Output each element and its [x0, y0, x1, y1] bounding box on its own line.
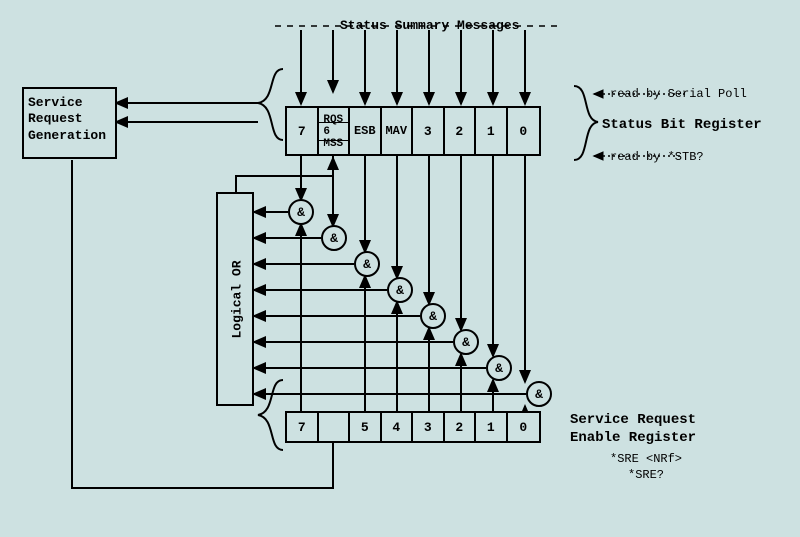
enable-register-label: Service Request Enable Register: [570, 412, 696, 447]
sbr-bit1: 1: [476, 108, 508, 154]
sre-bit1: 1: [476, 413, 508, 441]
sbr-bit5-esb: ESB: [350, 108, 382, 154]
sre-bit2: 2: [445, 413, 477, 441]
sre-bit5: 5: [350, 413, 382, 441]
logical-or-label: Logical OR: [230, 253, 245, 347]
diagram-stage: Status Summary Messages Service Request …: [0, 0, 800, 537]
sbr-bit7: 7: [287, 108, 319, 154]
title-status-summary: Status Summary Messages: [340, 18, 519, 33]
sbr-bit4-mav: MAV: [382, 108, 414, 154]
sre-bit7: 7: [287, 413, 319, 441]
status-bit-register-label: Status Bit Register: [602, 117, 762, 133]
logical-or-box: Logical OR: [216, 192, 254, 406]
and-gate-6: &: [321, 225, 347, 251]
enable-register: 7 5 4 3 2 1 0: [285, 411, 541, 443]
and-gate-1: &: [486, 355, 512, 381]
read-by-stb-label: read by *STB?: [610, 150, 704, 164]
and-gate-4: &: [387, 277, 413, 303]
srg-label: Service Request Generation: [28, 95, 106, 143]
sre-bit4: 4: [382, 413, 414, 441]
sre-bit3: 3: [413, 413, 445, 441]
sbr-bit3: 3: [413, 108, 445, 154]
and-gate-2: &: [453, 329, 479, 355]
sre-bit0: 0: [508, 413, 539, 441]
enable-register-cmds: *SRE <NRf> *SRE?: [610, 452, 682, 483]
sbr-bit0: 0: [508, 108, 539, 154]
service-request-generation-box: Service Request Generation: [22, 87, 117, 159]
read-by-serial-poll-label: read by Serial Poll: [610, 87, 747, 101]
and-gate-5: &: [354, 251, 380, 277]
sbr-bit2: 2: [445, 108, 477, 154]
and-gate-0: &: [526, 381, 552, 407]
sbr-cell6-div1: [319, 122, 349, 123]
and-gate-7: &: [288, 199, 314, 225]
sbr-cell6-div2: [319, 140, 349, 141]
sbr-bit6-rqs-mss: RQS 6 MSS: [319, 108, 351, 154]
and-gate-3: &: [420, 303, 446, 329]
sre-bit6-x: [319, 413, 351, 441]
status-bit-register: 7 RQS 6 MSS ESB MAV 3 2 1 0: [285, 106, 541, 156]
